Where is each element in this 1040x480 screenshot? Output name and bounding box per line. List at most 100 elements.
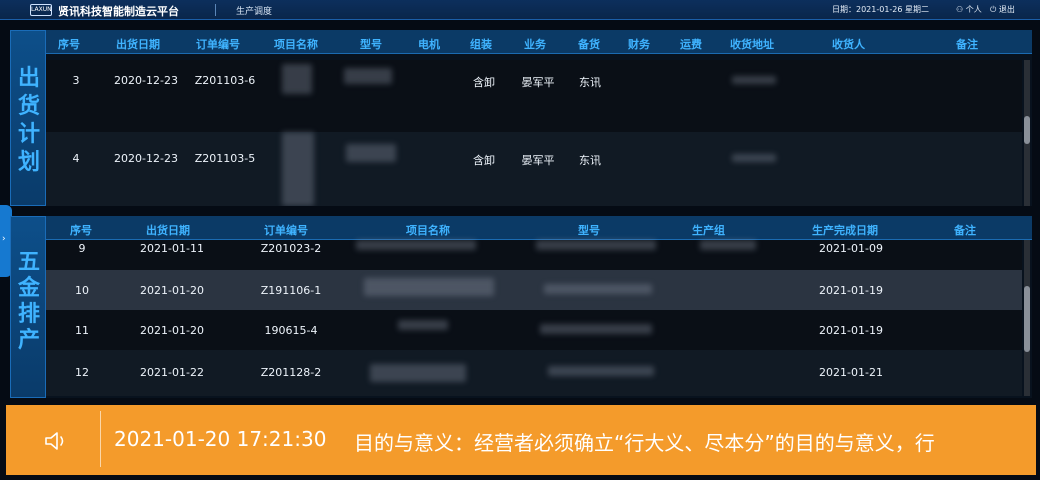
table-row[interactable]: 9 2021-01-11 Z201023-2 2021-01-09 [46,240,1022,270]
cell-sales: 晏军平 [521,76,555,89]
column-header: 型号 [360,38,382,51]
cell-done-date: 2021-01-09 [819,242,883,255]
column-header: 序号 [70,224,92,237]
cell-order-no: Z201023-2 [260,242,322,255]
column-header: 订单编号 [196,38,240,51]
user-icon: ⚇ [956,5,964,14]
power-icon: ⏻ [990,5,997,14]
cell-ship-date: 2020-12-23 [114,74,178,87]
column-header: 组装 [470,38,492,51]
column-header: 备注 [954,224,976,237]
side-char: 五 [17,250,40,275]
shipping-plan-label: 出 货 计 划 [10,30,46,206]
redacted-address [732,154,776,162]
cell-order-no: Z201103-6 [194,74,256,87]
current-date: 日期：2021-01-26 星期二 [832,5,930,14]
hardware-schedule-table: 序号 出货日期 订单编号 项目名称 型号 生产组 生产完成日期 备注 9 202… [46,216,1032,398]
cell-no: 9 [78,242,86,255]
redacted-project [364,278,494,296]
top-bar: LAXUN 贤讯科技智能制造云平台 生产调度 日期：2021-01-26 星期二… [0,0,1040,20]
redacted-project [282,132,314,206]
scrollbar-thumb[interactable] [1024,116,1030,144]
cell-done-date: 2021-01-19 [819,324,883,337]
cell-ship-date: 2020-12-23 [114,152,178,165]
side-char: 划 [17,150,40,175]
announcement-ticker: 2021-01-20 17:21:30 目的与意义：经营者必须确立“行大义、尽本… [6,405,1036,475]
cell-done-date: 2021-01-21 [819,366,883,379]
shipping-plan-table: 序号 出货日期 订单编号 项目名称 型号 电机 组装 业务 备货 财务 运费 收… [46,30,1032,206]
cell-ship-date: 2021-01-11 [140,242,204,255]
column-header: 收货人 [832,38,865,51]
table-row[interactable]: 3 2020-12-23 Z201103-6 含卸 晏军平 东讯 [46,60,1022,132]
ticker-timestamp: 2021-01-20 17:21:30 [114,427,327,451]
column-header: 序号 [58,38,80,51]
shipping-scrollbar[interactable] [1024,60,1030,206]
redacted-project [370,364,466,382]
cell-order-no: Z191106-1 [260,284,322,297]
redacted-model [344,68,392,84]
table-row[interactable]: 10 2021-01-20 Z191106-1 2021-01-19 [46,270,1022,310]
cell-ship-date: 2021-01-22 [140,366,204,379]
column-header: 备注 [956,38,978,51]
column-header: 生产组 [692,224,725,237]
column-header: 订单编号 [264,224,308,237]
cell-no: 11 [75,324,89,337]
title-divider [215,4,216,16]
cell-no: 10 [75,284,89,297]
company-logo: LAXUN [30,4,52,16]
side-char: 金 [17,276,40,301]
table-row[interactable]: 4 2020-12-23 Z201103-5 含卸 晏军平 东讯 [46,132,1022,206]
scrollbar-thumb[interactable] [1024,286,1030,352]
redacted-address [732,76,776,84]
cell-assembly: 含卸 [473,76,495,89]
cell-done-date: 2021-01-19 [819,284,883,297]
hardware-scrollbar[interactable] [1024,240,1030,396]
speaker-icon[interactable] [44,431,70,451]
cell-order-no: 190615-4 [264,324,318,337]
column-header: 财务 [628,38,650,51]
redacted-project [398,320,448,330]
hardware-schedule-label: 五 金 排 产 [10,216,46,398]
side-char: 出 [17,66,40,91]
column-header: 项目名称 [274,38,318,51]
column-header: 项目名称 [406,224,450,237]
redacted-model [346,144,396,162]
column-header: 业务 [524,38,546,51]
platform-title: 贤讯科技智能制造云平台 [58,5,179,18]
cell-no: 3 [72,74,80,87]
column-header: 电机 [418,38,440,51]
redacted-project [356,240,476,250]
chevron-right-icon: › [2,234,6,244]
cell-stock: 东讯 [579,154,601,167]
ticker-message: 目的与意义：经营者必须确立“行大义、尽本分”的目的与意义，行 [354,431,935,455]
column-header: 生产完成日期 [812,224,878,237]
redacted-project [282,64,312,94]
cell-sales: 晏军平 [521,154,555,167]
logout-label: 退出 [998,5,1015,14]
redacted-model [540,324,652,334]
table-header: 序号 出货日期 订单编号 项目名称 型号 生产组 生产完成日期 备注 [46,216,1032,240]
cell-no: 12 [75,366,89,379]
redacted-model [548,366,654,376]
side-char: 产 [17,328,40,353]
cell-order-no: Z201103-5 [194,152,256,165]
redacted-group [700,240,756,250]
column-header: 出货日期 [116,38,160,51]
column-header: 运费 [680,38,702,51]
column-header: 收货地址 [730,38,774,51]
table-row[interactable]: 11 2021-01-20 190615-4 2021-01-19 [46,310,1022,350]
side-char: 排 [17,302,40,327]
module-name: 生产调度 [236,7,273,17]
cell-assembly: 含卸 [473,154,495,167]
ticker-divider [100,411,101,467]
column-header: 备货 [578,38,600,51]
logout-button[interactable]: ⏻ 退出 [990,4,1015,15]
user-label: 个人 [965,5,982,14]
redacted-model [536,240,656,250]
column-header: 型号 [578,224,600,237]
cell-ship-date: 2021-01-20 [140,284,204,297]
cell-order-no: Z201128-2 [260,366,322,379]
column-header: 出货日期 [146,224,190,237]
user-button[interactable]: ⚇ 个人 [956,4,982,15]
table-row[interactable]: 12 2021-01-22 Z201128-2 2021-01-21 [46,350,1022,396]
